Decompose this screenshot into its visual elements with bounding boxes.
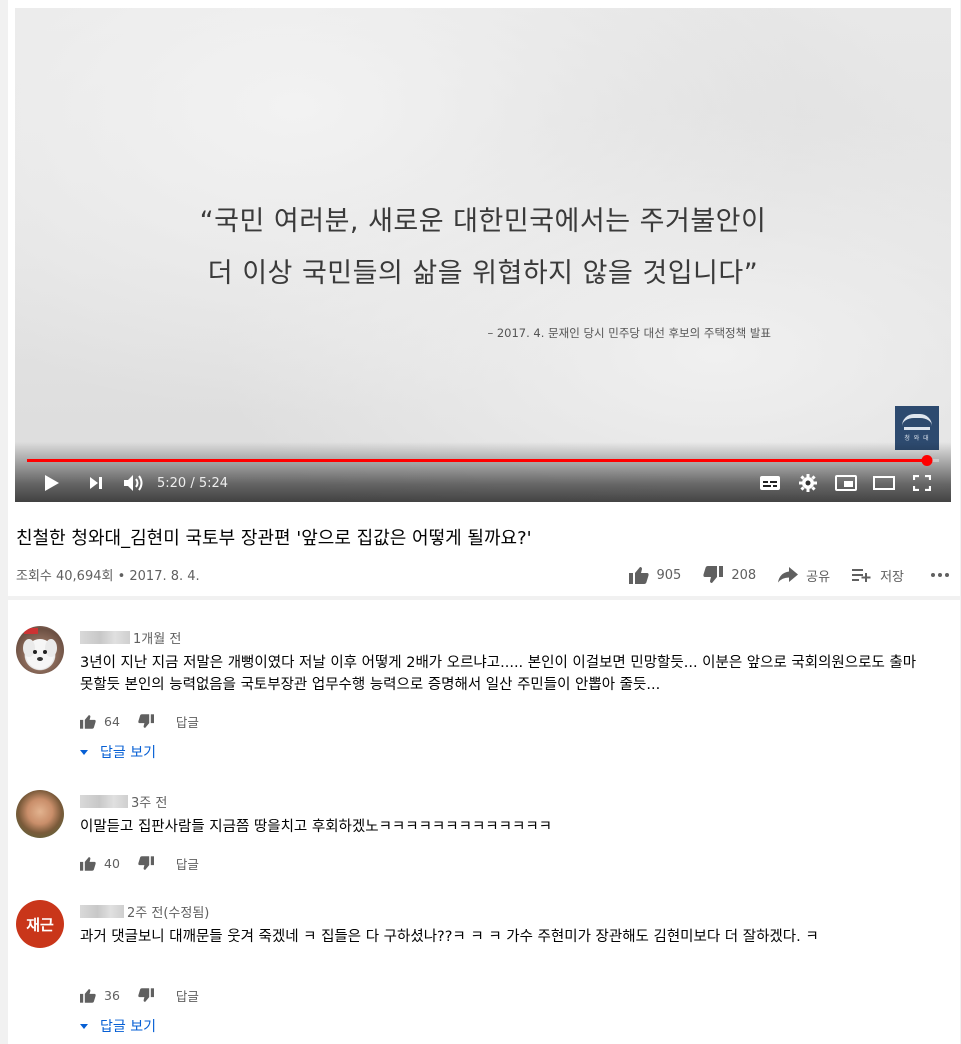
- quote-line-1: “국민 여러분, 새로운 대한민국에서는 주거불안이: [199, 206, 767, 237]
- comment-time[interactable]: 2주 전(수정됨): [127, 902, 209, 921]
- logo-text: 청 와 대: [904, 435, 930, 442]
- thumbs-up-icon[interactable]: [80, 988, 96, 1003]
- thumbs-down-icon: [703, 566, 724, 583]
- thumbs-down-icon[interactable]: [138, 856, 154, 871]
- video-quote: “국민 여러분, 새로운 대한민국에서는 주거불안이 더 이상 국민들의 삶을 …: [15, 196, 951, 300]
- comment-time[interactable]: 1개월 전: [133, 628, 181, 647]
- quote-line-2: 더 이상 국민들의 삶을 위협하지 않을 것입니다”: [207, 258, 759, 289]
- volume-button[interactable]: [119, 470, 149, 496]
- video-meta: 조회수 40,694회 • 2017. 8. 4.: [16, 569, 200, 584]
- comment-text: 과거 댓글보니 대깨문들 웃겨 죽겠네 ㅋ 집들은 다 구하셨나??ㅋ ㅋ ㅋ …: [80, 929, 819, 945]
- share-label: 공유: [806, 569, 831, 585]
- avatar[interactable]: 재근: [16, 900, 64, 948]
- comment-like-count: 64: [104, 714, 120, 729]
- view-replies-label: 답글 보기: [100, 745, 156, 761]
- author-name-redacted[interactable]: [80, 905, 124, 918]
- thumbs-up-icon: [628, 567, 649, 584]
- view-replies-button[interactable]: 답글 보기: [80, 742, 156, 762]
- thumbs-up-icon[interactable]: [80, 856, 96, 871]
- save-label: 저장: [880, 569, 904, 585]
- view-replies-button[interactable]: 답글 보기: [80, 1016, 156, 1036]
- avatar[interactable]: [16, 626, 64, 674]
- comment-like-count: 36: [104, 988, 120, 1003]
- comment-actions: 64 답글: [80, 712, 199, 731]
- thumbs-up-icon[interactable]: [80, 714, 96, 729]
- like-button[interactable]: 905: [628, 566, 682, 584]
- settings-button[interactable]: [793, 470, 823, 496]
- fullscreen-icon: [913, 475, 931, 491]
- miniplayer-icon: [835, 475, 857, 491]
- share-button[interactable]: 공유: [778, 566, 830, 585]
- comment-time[interactable]: 3주 전: [131, 792, 167, 811]
- comment-like-count: 40: [104, 856, 120, 871]
- comment-actions: 36 답글: [80, 986, 199, 1005]
- thumbs-down-icon[interactable]: [138, 988, 154, 1003]
- avatar[interactable]: [16, 790, 64, 838]
- next-button[interactable]: [81, 470, 111, 496]
- volume-icon: [124, 475, 143, 491]
- more-actions-button[interactable]: [930, 572, 950, 578]
- like-count: 905: [656, 567, 682, 583]
- caret-down-icon: [80, 749, 88, 755]
- comment-author-line: 2주 전(수정됨): [80, 902, 209, 921]
- reply-button[interactable]: 답글: [176, 712, 199, 731]
- share-icon: [778, 567, 799, 583]
- author-name-redacted[interactable]: [80, 631, 130, 644]
- miniplayer-button[interactable]: [831, 470, 861, 496]
- dislike-button[interactable]: 208: [703, 566, 756, 584]
- subtitles-button[interactable]: [755, 470, 785, 496]
- comment-author-line: 3주 전: [80, 792, 167, 811]
- gear-icon: [799, 474, 817, 492]
- progress-fill: [27, 459, 928, 462]
- more-horizontal-icon: [931, 573, 949, 577]
- video-title: 친철한 청와대_김현미 국토부 장관편 '앞으로 집값은 어떻게 될까요?': [16, 528, 532, 549]
- comment-thread: 1개월 전 3년이 지난 지금 저말은 개뻥이였다 저날 이후 어떻게 2배가 …: [8, 600, 960, 770]
- comments-section: 1개월 전 3년이 지난 지금 저말은 개뻥이였다 저날 이후 어떻게 2배가 …: [8, 600, 960, 1044]
- save-button[interactable]: 저장: [852, 566, 904, 585]
- playlist-add-icon: [852, 569, 871, 582]
- player-controls: 5:20 / 5:24: [15, 468, 951, 498]
- reply-button[interactable]: 답글: [176, 854, 199, 873]
- comment-actions: 40 답글: [80, 854, 199, 873]
- progress-bar[interactable]: [27, 455, 939, 466]
- next-icon: [90, 477, 102, 489]
- quote-source: – 2017. 4. 문재인 당시 민주당 대선 후보의 주택정책 발표: [487, 326, 771, 340]
- author-name-redacted[interactable]: [80, 795, 128, 808]
- reply-button[interactable]: 답글: [176, 986, 199, 1005]
- caret-down-icon: [80, 1023, 88, 1029]
- dog-avatar-icon: [23, 628, 57, 669]
- video-card: “국민 여러분, 새로운 대한민국에서는 주거불안이 더 이상 국민들의 삶을 …: [8, 0, 960, 596]
- theater-icon: [873, 476, 895, 490]
- comment-text: 이말듣고 집판사람들 지금쯤 땅을치고 후회하겠노ㅋㅋㅋㅋㅋㅋㅋㅋㅋㅋㅋㅋㅋ: [80, 819, 552, 835]
- video-actions: 905 208 공유 저장: [607, 562, 951, 588]
- comment-thread: 3주 전 이말듣고 집판사람들 지금쯤 땅을치고 후회하겠노ㅋㅋㅋㅋㅋㅋㅋㅋㅋㅋ…: [8, 770, 960, 880]
- fullscreen-button[interactable]: [907, 470, 937, 496]
- thumbs-down-icon[interactable]: [138, 714, 154, 729]
- view-replies-label: 답글 보기: [100, 1019, 156, 1035]
- comment-author-line: 1개월 전: [80, 628, 181, 647]
- subtitles-icon: [760, 476, 780, 490]
- comment-text: 3년이 지난 지금 저말은 개뻥이였다 저날 이후 어떻게 2배가 오르냐고..…: [80, 655, 917, 693]
- dislike-count: 208: [731, 567, 757, 583]
- play-icon: [45, 475, 59, 491]
- video-player[interactable]: “국민 여러분, 새로운 대한민국에서는 주거불안이 더 이상 국민들의 삶을 …: [15, 8, 951, 502]
- progress-scrubber[interactable]: [921, 455, 933, 466]
- comment-thread: 재근 2주 전(수정됨) 과거 댓글보니 대깨문들 웃겨 죽겠네 ㅋ 집들은 다…: [8, 880, 960, 1044]
- theater-mode-button[interactable]: [869, 470, 899, 496]
- time-display: 5:20 / 5:24: [157, 475, 229, 491]
- play-button[interactable]: [37, 470, 67, 496]
- avatar-initials: 재근: [26, 915, 54, 934]
